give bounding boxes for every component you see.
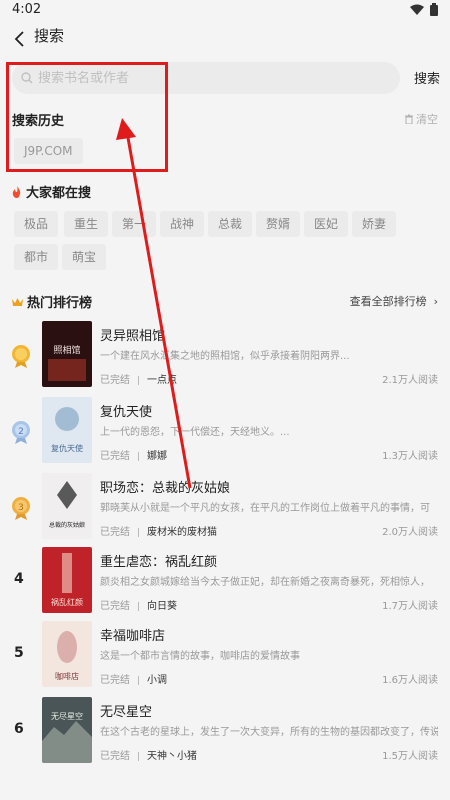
bronze-medal-icon: 3 bbox=[12, 497, 30, 520]
gold-medal-icon bbox=[12, 345, 30, 368]
book-meta: 已完结 一点点 bbox=[100, 371, 177, 386]
search-input[interactable] bbox=[38, 68, 388, 88]
book-meta: 已完结 天神丶小猪 bbox=[100, 747, 197, 762]
book-status: 已完结 bbox=[100, 451, 130, 462]
book-description: 郭晓芙从小就是一个平凡的女孩，在平凡的工作岗位上做着平凡的事情，可 bbox=[100, 503, 430, 514]
svg-text:2: 2 bbox=[18, 427, 24, 437]
book-author: 天神丶小猪 bbox=[147, 751, 197, 762]
rank-number: 6 bbox=[14, 721, 24, 737]
book-description: 颜炎相之女颜城嫁给当今太子做正妃，却在新婚之夜离奇暴死，死相惊人， bbox=[100, 577, 430, 588]
book-list-item[interactable]: 3 总裁的灰姑娘 职场恋：总裁的灰姑娘 郭晓芙从小就是一个平凡的女孩，在平凡的工… bbox=[0, 473, 450, 543]
cover-title: 咖啡店 bbox=[55, 671, 79, 681]
trash-icon bbox=[405, 114, 413, 124]
book-description: 这是一个都市言情的故事，咖啡店的爱情故事 bbox=[100, 651, 300, 662]
book-title: 幸福咖啡店 bbox=[100, 629, 166, 644]
book-description: 一个建在风水汇集之地的照相馆，似乎承接着阴阳两界... bbox=[100, 351, 350, 362]
header: 搜索 bbox=[0, 20, 450, 64]
svg-text:3: 3 bbox=[18, 503, 24, 513]
crown-icon bbox=[12, 297, 23, 306]
book-list-item[interactable]: 4 祸乱红颜 重生虐恋：祸乱红颜 颜炎相之女颜城嫁给当今太子做正妃，却在新婚之夜… bbox=[0, 547, 450, 617]
book-cover[interactable]: 咖啡店 bbox=[42, 621, 92, 687]
view-all-rankings-link[interactable]: 查看全部排行榜 › bbox=[350, 293, 438, 309]
book-title: 无尽星空 bbox=[100, 705, 153, 720]
book-cover[interactable]: 照相馆 bbox=[42, 321, 92, 387]
hot-tag[interactable]: 极品 bbox=[14, 211, 59, 237]
search-button[interactable]: 搜索 bbox=[414, 68, 440, 87]
book-title: 职场恋：总裁的灰姑娘 bbox=[100, 481, 231, 496]
ranking-title: 热门排行榜 bbox=[12, 292, 92, 311]
search-icon bbox=[21, 72, 33, 84]
page-title: 搜索 bbox=[34, 27, 65, 45]
cover-title: 复仇天使 bbox=[51, 443, 83, 453]
book-title: 重生虐恋：祸乱红颜 bbox=[100, 555, 218, 570]
cover-title: 总裁的灰姑娘 bbox=[49, 521, 85, 529]
hot-tag[interactable]: 医妃 bbox=[304, 211, 349, 237]
book-description: 在这个古老的星球上，发生了一次大变异，所有的生物的基因都改变了，传说 bbox=[100, 727, 438, 738]
book-meta: 已完结 废材米的废材猫 bbox=[100, 523, 217, 538]
cover-title: 照相馆 bbox=[53, 344, 80, 356]
hot-search-title: 大家都在搜 bbox=[12, 182, 91, 201]
history-chip[interactable]: J9P.COM bbox=[14, 138, 83, 164]
clear-history-label: 清空 bbox=[416, 113, 438, 126]
chevron-right-icon: › bbox=[430, 295, 438, 308]
rank-number: 4 bbox=[14, 571, 24, 587]
status-icons bbox=[410, 3, 438, 16]
status-bar: 4:02 bbox=[0, 0, 450, 20]
book-cover[interactable]: 总裁的灰姑娘 bbox=[42, 473, 92, 539]
book-author: 娜娜 bbox=[147, 451, 167, 462]
book-reads: 1.7万人阅读 bbox=[382, 601, 438, 612]
status-time: 4:02 bbox=[12, 2, 42, 17]
silver-medal-icon: 2 bbox=[12, 421, 30, 444]
book-status: 已完结 bbox=[100, 375, 130, 386]
book-list-item[interactable]: 6 无尽星空 无尽星空 在这个古老的星球上，发生了一次大变异，所有的生物的基因都… bbox=[0, 697, 450, 767]
book-reads: 1.5万人阅读 bbox=[382, 751, 438, 762]
book-list-item[interactable]: 2 复仇天使 复仇天使 上一代的恩怨，下一代偿还，天经地义。... 已完结 娜娜 … bbox=[0, 397, 450, 467]
ranking-label: 热门排行榜 bbox=[27, 296, 93, 311]
search-row: 搜索 bbox=[0, 60, 450, 96]
hot-tag[interactable]: 总裁 bbox=[208, 211, 253, 237]
view-all-label: 查看全部排行榜 bbox=[349, 295, 427, 308]
book-cover[interactable]: 无尽星空 bbox=[42, 697, 92, 763]
book-title: 复仇天使 bbox=[100, 405, 153, 420]
battery-icon bbox=[430, 3, 438, 16]
book-status: 已完结 bbox=[100, 527, 130, 538]
book-cover[interactable]: 复仇天使 bbox=[42, 397, 92, 463]
hot-tag[interactable]: 都市 bbox=[14, 244, 59, 270]
search-history-title: 搜索历史 bbox=[12, 114, 65, 129]
hot-tag[interactable]: 萌宝 bbox=[62, 244, 107, 270]
book-meta: 已完结 娜娜 bbox=[100, 447, 167, 462]
book-author: 向日葵 bbox=[147, 601, 177, 612]
hot-search-label: 大家都在搜 bbox=[26, 186, 92, 201]
book-reads: 2.0万人阅读 bbox=[382, 527, 438, 538]
fire-icon bbox=[12, 185, 21, 198]
back-arrow-icon[interactable] bbox=[10, 28, 32, 50]
book-author: 废材米的废材猫 bbox=[147, 527, 217, 538]
book-description: 上一代的恩怨，下一代偿还，天经地义。... bbox=[100, 427, 290, 438]
hot-tag[interactable]: 第一 bbox=[112, 211, 157, 237]
book-author: 小调 bbox=[147, 675, 167, 686]
cover-title: 祸乱红颜 bbox=[51, 597, 83, 607]
book-title: 灵异照相馆 bbox=[100, 329, 166, 344]
book-status: 已完结 bbox=[100, 675, 130, 686]
hot-tag[interactable]: 重生 bbox=[64, 211, 109, 237]
book-reads: 1.3万人阅读 bbox=[382, 451, 438, 462]
book-author: 一点点 bbox=[147, 375, 177, 386]
book-cover[interactable]: 祸乱红颜 bbox=[42, 547, 92, 613]
book-list-item[interactable]: 5 咖啡店 幸福咖啡店 这是一个都市言情的故事，咖啡店的爱情故事 已完结 小调 1… bbox=[0, 621, 450, 691]
hot-tag[interactable]: 战神 bbox=[160, 211, 205, 237]
book-status: 已完结 bbox=[100, 751, 130, 762]
clear-history-button[interactable]: 清空 bbox=[404, 111, 438, 127]
book-reads: 1.6万人阅读 bbox=[382, 675, 438, 686]
wifi-icon bbox=[410, 4, 424, 15]
cover-title: 无尽星空 bbox=[51, 711, 83, 721]
hot-tag[interactable]: 赘婿 bbox=[256, 211, 301, 237]
rank-number: 5 bbox=[14, 645, 24, 661]
hot-tag[interactable]: 娇妻 bbox=[352, 211, 397, 237]
book-meta: 已完结 向日葵 bbox=[100, 597, 177, 612]
search-box[interactable] bbox=[12, 62, 400, 94]
book-reads: 2.1万人阅读 bbox=[382, 375, 438, 386]
book-list-item[interactable]: 照相馆 灵异照相馆 一个建在风水汇集之地的照相馆，似乎承接着阴阳两界... 已完… bbox=[0, 321, 450, 391]
book-status: 已完结 bbox=[100, 601, 130, 612]
book-meta: 已完结 小调 bbox=[100, 671, 167, 686]
